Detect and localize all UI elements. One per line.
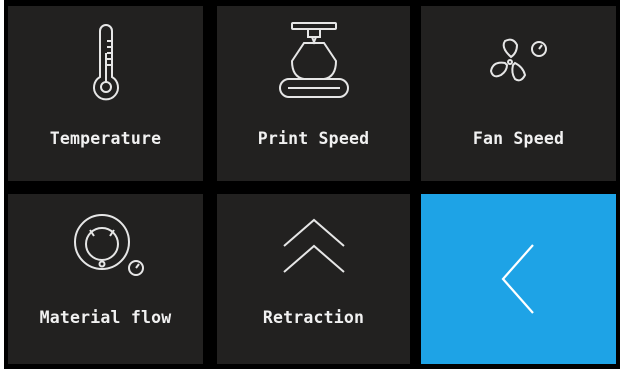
- fan-icon: [421, 6, 616, 119]
- fan-speed-button[interactable]: Fan Speed: [421, 6, 616, 181]
- menu-screen: Temperature Print Speed Fan Speed Materi…: [4, 0, 620, 369]
- temperature-label: Temperature: [49, 129, 162, 148]
- back-button[interactable]: [421, 194, 616, 364]
- print-speed-label: Print Speed: [257, 129, 370, 148]
- thermometer-icon: [8, 6, 203, 119]
- retraction-label: Retraction: [262, 308, 365, 327]
- material-flow-label: Material flow: [39, 308, 172, 327]
- chevron-left-icon: [421, 239, 616, 319]
- print-speed-button[interactable]: Print Speed: [217, 6, 410, 181]
- print-head-icon: [217, 6, 410, 119]
- double-chevron-up-icon: [217, 194, 410, 300]
- material-flow-button[interactable]: Material flow: [8, 194, 203, 364]
- filament-spool-icon: [8, 194, 203, 300]
- retraction-button[interactable]: Retraction: [217, 194, 410, 364]
- fan-speed-label: Fan Speed: [472, 129, 565, 148]
- temperature-button[interactable]: Temperature: [8, 6, 203, 181]
